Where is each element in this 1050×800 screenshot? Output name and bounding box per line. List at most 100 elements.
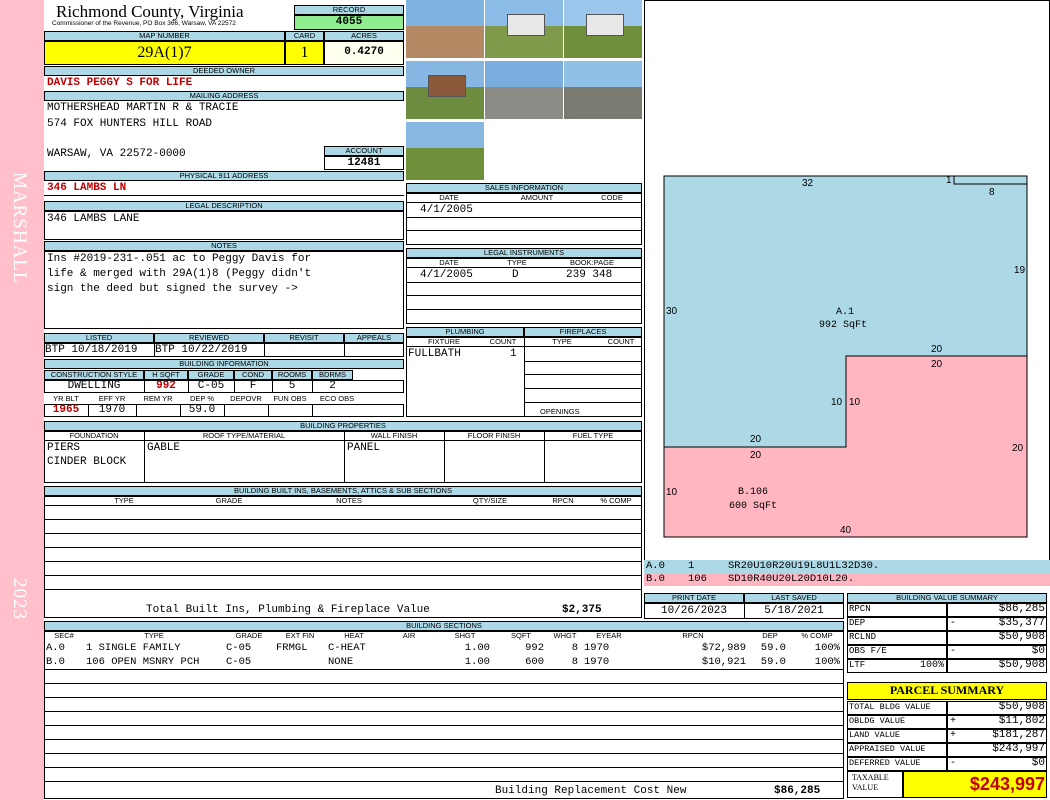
divider [44, 669, 844, 670]
reviewed-header: REVIEWED [154, 333, 264, 343]
sketch-dimension: 20 [750, 434, 762, 445]
section-cell: $72,989 [701, 642, 746, 654]
divider [44, 505, 642, 506]
account-header: ACCOUNT [324, 146, 404, 156]
divider [268, 404, 269, 417]
sections-col-header: AIR [402, 631, 416, 640]
parcel-label: DEFERRED VALUE [849, 758, 921, 768]
sketch-code-b-code: 106 [688, 573, 707, 585]
section-cell: C-05 [226, 656, 252, 668]
sections-col-header: % COMP [801, 631, 833, 640]
sketch-code-a-code: 1 [688, 560, 695, 572]
bvs-value: $50,908 [998, 631, 1045, 643]
property-photo [485, 0, 563, 58]
mailing-header: MAILING ADDRESS [44, 91, 404, 101]
sidebar: MARSHALL 2023 [0, 0, 44, 800]
bvs-value: $50,908 [998, 659, 1045, 671]
legal-inst-col-header: BOOK:PAGE [569, 258, 615, 267]
properties-col-header: FOUNDATION [69, 431, 119, 440]
divider [44, 697, 844, 698]
sales-col-header: AMOUNT [520, 193, 554, 202]
parcel-value: $50,908 [998, 701, 1045, 713]
card-number: 1 [300, 44, 309, 61]
divider [44, 711, 844, 712]
builtins-box [44, 496, 642, 618]
legal-header: LEGAL DESCRIPTION [44, 201, 404, 211]
parcel-label: TOTAL BLDG VALUE [849, 702, 931, 712]
commissioner-text: Commissioner of the Revenue, PO Box 366,… [52, 20, 236, 27]
parcel-value: $11,802 [998, 715, 1045, 727]
legal-inst-header: LEGAL INSTRUMENTS [406, 248, 642, 258]
section-cell: 1970 [584, 642, 610, 654]
property-photo [564, 0, 642, 58]
sections-col-header: SHGT [454, 631, 476, 640]
section-cell: 1.00 [464, 656, 490, 668]
building-info-col-header: YR BLT [53, 394, 79, 403]
divider [44, 575, 642, 576]
divider [524, 337, 525, 417]
plumbing-col-header: FIXTURE [427, 337, 461, 346]
building-info-value: 2 [329, 380, 336, 392]
sections-col-header: WHGT [553, 631, 577, 640]
building-info-value: 5 [288, 380, 296, 392]
section-cell: 106 OPEN MSNRY PCH [86, 656, 200, 668]
divider [188, 380, 189, 393]
section-cell: C-05 [226, 642, 252, 654]
bvs-value: $0 [1031, 645, 1045, 657]
building-info-col-header: DEPOVR [230, 394, 262, 403]
sections-col-header: TYPE [144, 631, 164, 640]
parcel-value: $243,997 [992, 743, 1045, 755]
bvs-label: LTF [849, 660, 866, 670]
parcel-value: $181,287 [992, 729, 1045, 741]
divider [44, 195, 404, 196]
taxable-label: TAXABLE VALUE [852, 773, 889, 792]
notes-line3: sign the deed but signed the survey -> [47, 283, 298, 295]
divider [272, 380, 273, 393]
section-cell: C-HEAT [328, 642, 366, 654]
property-photo [406, 122, 484, 180]
section-cell: 8 [571, 656, 578, 668]
legal-inst-date: 4/1/2005 [420, 269, 473, 281]
county-title: Richmond County, Virginia [56, 2, 244, 21]
sketch-drawing: 32 181930202010 102020201040 A.1 992 SqFt … [663, 175, 1028, 538]
section-cell: 100% [814, 656, 840, 668]
divider [44, 533, 642, 534]
building-info-col-header: H SQFT [144, 370, 188, 380]
property-photo [406, 0, 484, 58]
divider [136, 404, 137, 417]
sketch-dimension: 20 [1012, 443, 1024, 454]
building-info-value: C-05 [197, 380, 225, 392]
building-info-col-header: FUN OBS [273, 394, 307, 403]
properties-col-header: FLOOR FINISH [467, 431, 521, 440]
building-info-header: BUILDING INFORMATION [44, 359, 404, 369]
divider [406, 282, 642, 283]
building-info-value: 1965 [52, 404, 80, 416]
builtins-col-header: GRADE [215, 496, 243, 505]
section-cell: 1970 [584, 656, 610, 668]
properties-col-header: ROOF TYPE/MATERIAL [202, 431, 286, 440]
divider [312, 380, 313, 393]
divider [44, 547, 642, 548]
divider [44, 683, 844, 684]
section-cell: A.0 [46, 642, 65, 654]
acres-value: 0.4270 [344, 46, 384, 58]
building-info-col-header: BDRMS [312, 370, 353, 380]
sketch-dimension: 32 [802, 178, 814, 189]
builtins-col-header: NOTES [336, 496, 362, 505]
legal-inst-col-header: DATE [439, 258, 459, 267]
building-info-value: F [249, 380, 257, 392]
notes-line2: life & merged with 29A(1)8 (Peggy didn't [47, 268, 312, 280]
parcel-header: PARCEL SUMMARY [889, 683, 1005, 697]
area-label: MARSHALL [9, 172, 30, 285]
print-date: 10/26/2023 [660, 605, 727, 617]
section-cell: 992 [525, 642, 544, 654]
map-header: MAP NUMBER [44, 31, 285, 41]
sketch-dimension: 10 [831, 397, 843, 408]
bvs-header: BUILDING VALUE SUMMARY [847, 593, 1047, 603]
sections-header: BUILDING SECTIONS [44, 621, 844, 631]
section-cell: NONE [328, 656, 354, 668]
listed-header: LISTED [44, 333, 154, 343]
sketch-code-b-vector: SD10R40U20L20D10L20. [728, 573, 855, 585]
fireplaces-header: FIREPLACES [524, 327, 642, 337]
builtins-header: BUILDING BUILT INS, BASEMENTS, ATTICS & … [44, 486, 642, 496]
